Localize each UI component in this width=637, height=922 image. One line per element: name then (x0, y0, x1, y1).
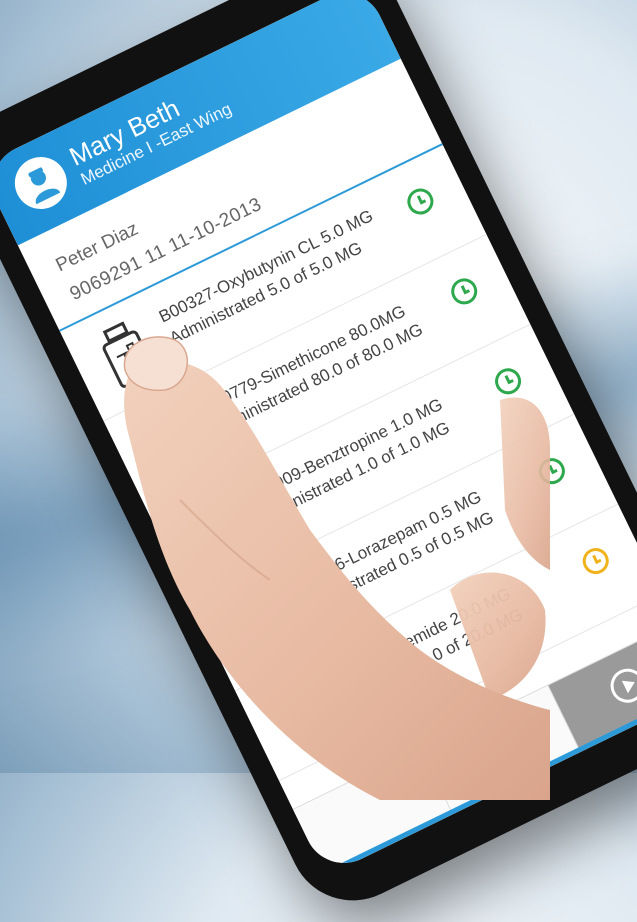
hand (123, 336, 550, 800)
nurse-avatar-icon[interactable] (6, 148, 76, 218)
play-icon (604, 663, 637, 709)
